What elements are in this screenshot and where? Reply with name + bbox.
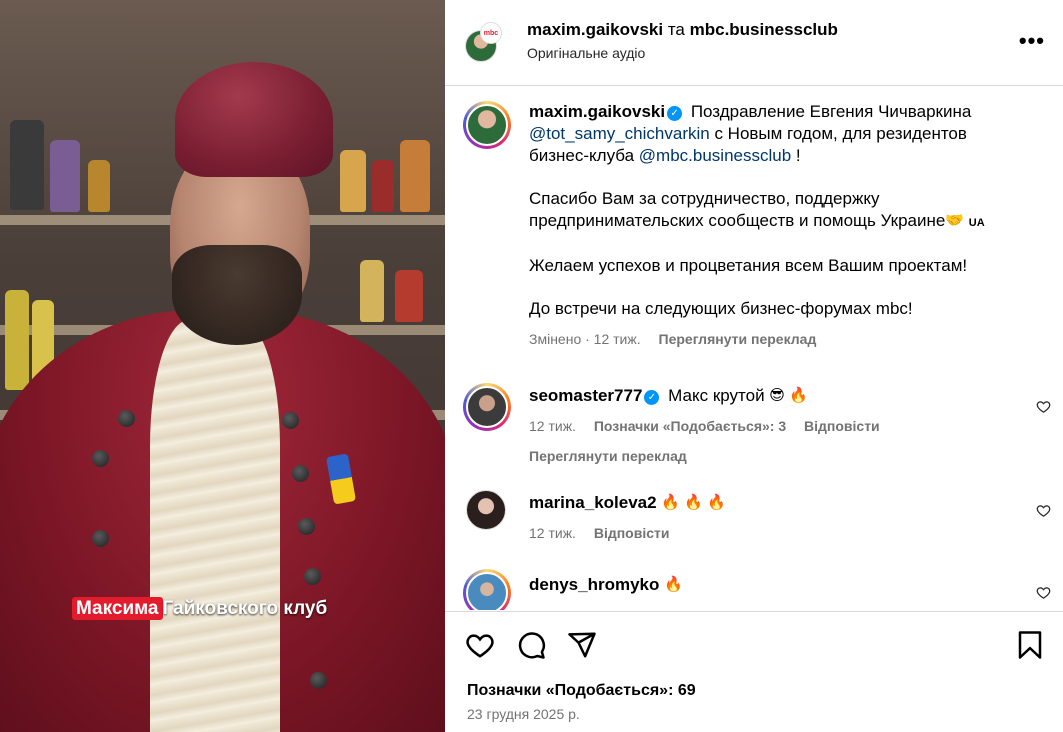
commenter-username[interactable]: denys_hromyko [529, 575, 659, 594]
comment-body: seomaster777 ✓ Макс крутой 😎 🔥 12 тиж. По… [529, 385, 1009, 467]
caption-line1: Поздравление Евгения Чичваркина [690, 102, 972, 121]
caption-author-avatar[interactable] [463, 101, 511, 149]
collaborator-avatar[interactable]: mbc [480, 22, 502, 44]
reply-button[interactable]: Відповісти [594, 525, 670, 541]
jacket-button [310, 672, 327, 689]
bottle [10, 120, 44, 210]
mention-link[interactable]: @tot_samy_chichvarkin [529, 124, 710, 143]
jacket-button [304, 568, 321, 585]
commenter-username[interactable]: seomaster777 [529, 386, 642, 405]
header-connector: та [667, 20, 685, 39]
header-author-link[interactable]: maxim.gaikovski [527, 20, 663, 39]
caption-rest: Гайковского клуб [162, 598, 328, 619]
bottle [400, 140, 430, 212]
comment-body: denys_hromyko 🔥 [529, 574, 1009, 596]
header-collaborator-link[interactable]: mbc.businessclub [690, 20, 838, 39]
bottle [340, 150, 366, 212]
like-comment-heart-icon[interactable] [1036, 399, 1051, 414]
jacket-button [118, 410, 135, 427]
badge-text: mbc [483, 29, 499, 37]
comment-time: 12 тиж. [529, 525, 576, 541]
comments-section[interactable]: maxim.gaikovski ✓ Поздравление Евгения Чи… [445, 87, 1063, 610]
bottle [88, 160, 110, 212]
jacket-button [92, 450, 109, 467]
jacket-button [282, 412, 299, 429]
bottle [50, 140, 80, 212]
handshake-icon: 🤝 [945, 212, 965, 229]
bottle [372, 160, 394, 212]
post-panel: mbc maxim.gaikovski та mbc.businessclub … [445, 0, 1063, 732]
caption-para2: Спасибо Вам за сотрудничество, поддержку… [529, 189, 946, 230]
caption-para4: До встречи на следующих бизнес-форумах m… [529, 299, 913, 318]
jacket-button [292, 465, 309, 482]
comment-likes-button[interactable]: Позначки «Подобається»: 3 [594, 418, 786, 434]
caption-author-link[interactable]: maxim.gaikovski [529, 102, 665, 121]
bottle [5, 290, 29, 390]
commenter-username[interactable]: marina_koleva2 [529, 493, 657, 512]
fez-hat [175, 62, 333, 177]
commenter-avatar[interactable] [463, 569, 511, 610]
like-comment-heart-icon[interactable] [1036, 585, 1051, 600]
reel-video[interactable]: Максима Гайковского клуб [0, 0, 445, 732]
caption-line2-end: ! [791, 146, 801, 165]
like-comment-heart-icon[interactable] [1036, 503, 1051, 518]
ruffled-shirt [150, 320, 280, 732]
verified-badge-icon: ✓ [644, 390, 660, 405]
video-caption: Максима Гайковского клуб [72, 597, 328, 620]
caption-edited: Змінено · 12 тиж. [529, 331, 641, 347]
post-date: 23 грудня 2025 р. [467, 706, 580, 722]
more-options-icon[interactable]: ••• [1019, 28, 1045, 54]
commenter-avatar[interactable] [466, 490, 506, 530]
commenter-avatar[interactable] [463, 383, 511, 431]
bottle [395, 270, 423, 322]
header-usernames: maxim.gaikovski та mbc.businessclub [527, 20, 838, 40]
caption-para3: Желаем успехов и процветания всем Вашим … [529, 256, 968, 275]
ua-flag: UA [968, 217, 985, 229]
comment-text: Макс крутой [668, 386, 765, 405]
see-translation-button[interactable]: Переглянути переклад [659, 331, 817, 347]
comment-emojis: 😎 🔥 [769, 387, 808, 404]
comment-body: marina_koleva2 🔥 🔥 🔥 12 тиж. Відповісти [529, 492, 1009, 544]
comment-time: 12 тиж. [529, 418, 576, 434]
reply-button[interactable]: Відповісти [804, 418, 880, 434]
like-heart-icon[interactable] [465, 630, 495, 660]
verified-badge-icon: ✓ [667, 106, 683, 121]
see-translation-button[interactable]: Переглянути переклад [529, 445, 1009, 467]
save-bookmark-icon[interactable] [1015, 630, 1045, 660]
original-audio-link[interactable]: Оригінальне аудіо [527, 45, 645, 61]
bottle [360, 260, 384, 322]
comment-bubble-icon[interactable] [516, 630, 546, 660]
jacket-button [92, 530, 109, 547]
post-likes-count[interactable]: Позначки «Подобається»: 69 [467, 682, 696, 700]
comment-emojis: 🔥 [664, 576, 683, 593]
beard [172, 245, 302, 345]
jacket-button [298, 518, 315, 535]
comment-emojis: 🔥 🔥 🔥 [661, 494, 726, 511]
caption-highlight: Максима [72, 597, 163, 620]
mention-link[interactable]: @mbc.businessclub [639, 146, 791, 165]
share-send-icon[interactable] [567, 630, 597, 660]
post-header: mbc maxim.gaikovski та mbc.businessclub … [445, 0, 1063, 86]
caption-body: maxim.gaikovski ✓ Поздравление Евгения Чи… [529, 101, 1009, 350]
